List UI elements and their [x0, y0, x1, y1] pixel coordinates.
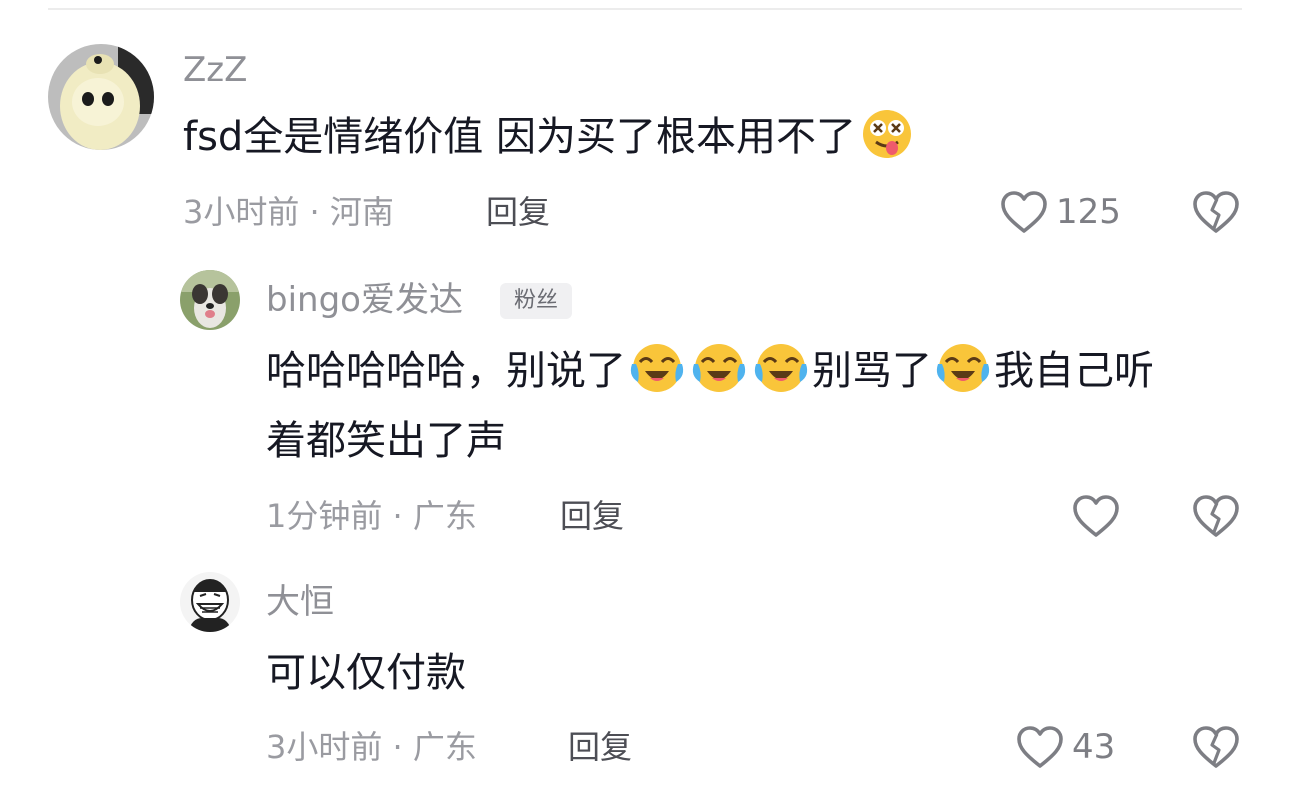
comment-text: 可以仅付款 — [266, 650, 466, 696]
dislike-button[interactable] — [1192, 494, 1240, 538]
crying-laughing-face-emoji — [626, 342, 688, 394]
top-divider — [48, 8, 1242, 10]
comment-text-line2: 着都笑出了声 — [266, 418, 506, 464]
heart-outline-icon — [1001, 191, 1047, 233]
comment-text-segment: 哈哈哈哈哈，别说了 — [266, 348, 626, 394]
drooling-dizzy-face-emoji — [856, 108, 918, 160]
avatar-daheng[interactable] — [180, 572, 240, 632]
username[interactable]: ZzZ — [183, 53, 247, 87]
like-count: 125 — [1056, 192, 1121, 232]
like-button[interactable]: 43 — [1016, 725, 1115, 769]
dislike-button[interactable] — [1192, 190, 1240, 234]
comment-location: 广东 — [412, 728, 477, 766]
comment-time: 1分钟前 — [266, 497, 383, 535]
meta-separator: · — [382, 497, 413, 535]
comment-text-segment: fsd全是情绪价值 因为买了根本用不了 — [183, 114, 857, 160]
meta-separator: · — [299, 193, 330, 231]
reply-button[interactable]: 回复 — [560, 500, 624, 532]
broken-heart-icon — [1193, 495, 1239, 537]
like-button[interactable] — [1072, 494, 1128, 538]
heart-outline-icon — [1073, 495, 1119, 537]
crying-laughing-face-emoji — [688, 342, 750, 394]
meta-separator: · — [382, 728, 413, 766]
comment-text: 哈哈哈哈哈，别说了 别骂了 我自己听 — [266, 340, 1154, 402]
comment-location: 广东 — [412, 497, 477, 535]
dislike-button[interactable] — [1192, 725, 1240, 769]
username[interactable]: 大恒 — [266, 585, 334, 619]
comment-text-segment: 我自己听 — [994, 348, 1154, 394]
like-count: 43 — [1072, 727, 1116, 767]
crying-laughing-face-emoji — [932, 342, 994, 394]
username[interactable]: bingo爱发达 — [266, 283, 463, 317]
fan-badge: 粉丝 — [500, 283, 573, 319]
avatar-bingo[interactable] — [180, 270, 240, 330]
comment-text: fsd全是情绪价值 因为买了根本用不了 — [183, 106, 918, 168]
broken-heart-icon — [1193, 726, 1239, 768]
comment-time: 3小时前 — [266, 728, 383, 766]
reply-button[interactable]: 回复 — [486, 196, 550, 228]
comment-location: 河南 — [329, 193, 394, 231]
comment-time: 3小时前 — [183, 193, 300, 231]
avatar-zzz[interactable] — [48, 44, 154, 150]
comment-meta: 3小时前 · 河南 — [183, 196, 394, 228]
reply-button[interactable]: 回复 — [568, 731, 632, 763]
comment-meta: 1分钟前 · 广东 — [266, 500, 477, 532]
broken-heart-icon — [1193, 191, 1239, 233]
crying-laughing-face-emoji — [750, 342, 812, 394]
heart-outline-icon — [1017, 726, 1063, 768]
like-button[interactable]: 125 — [1000, 190, 1121, 234]
comment-text-segment: 别骂了 — [812, 348, 932, 394]
comment-meta: 3小时前 · 广东 — [266, 731, 477, 763]
